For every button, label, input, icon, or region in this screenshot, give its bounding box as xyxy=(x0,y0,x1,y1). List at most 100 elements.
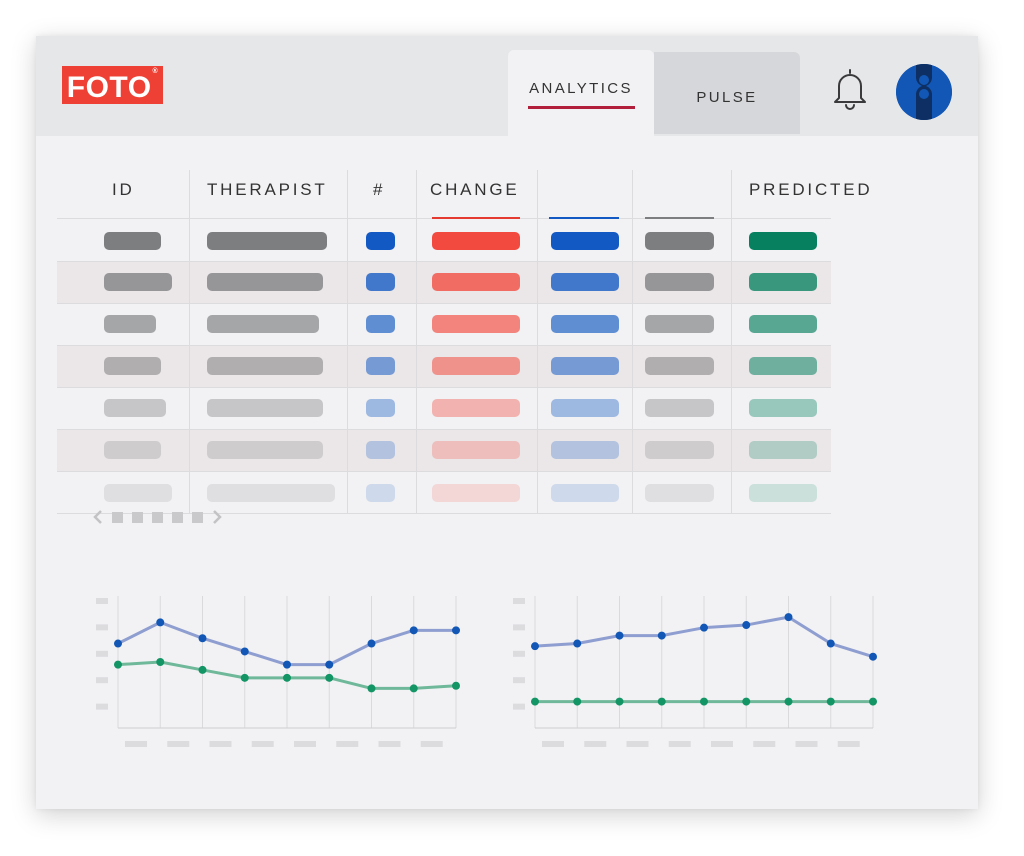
x-tick-label xyxy=(167,741,190,747)
table-cell[interactable] xyxy=(432,399,520,417)
pager-dot xyxy=(132,512,143,523)
data-point xyxy=(409,626,418,635)
header-count[interactable]: # xyxy=(373,180,385,200)
table-cell[interactable] xyxy=(551,441,619,459)
data-point xyxy=(531,642,539,651)
table-cell[interactable] xyxy=(366,484,395,502)
table-cell[interactable] xyxy=(645,357,714,375)
table-cell[interactable] xyxy=(366,232,395,250)
table-cell[interactable] xyxy=(207,357,323,375)
table-cell[interactable] xyxy=(207,399,323,417)
table-cell[interactable] xyxy=(104,399,166,417)
table-cell[interactable] xyxy=(104,315,156,333)
table-cell[interactable] xyxy=(207,273,323,291)
data-point xyxy=(240,647,249,656)
table-cell[interactable] xyxy=(432,232,520,250)
x-tick-label xyxy=(668,741,691,747)
table-cell[interactable] xyxy=(432,441,520,459)
table-cell[interactable] xyxy=(207,441,323,459)
table-divider xyxy=(57,387,831,388)
data-point xyxy=(700,697,708,706)
y-tick-label xyxy=(513,677,525,684)
table-cell[interactable] xyxy=(749,399,817,417)
data-point xyxy=(615,631,624,640)
pager-dot xyxy=(112,512,123,523)
user-avatar-icon[interactable] xyxy=(896,64,952,120)
foto-logo[interactable]: FOTO® xyxy=(62,66,163,104)
x-tick-label xyxy=(336,741,359,747)
data-point xyxy=(742,697,751,706)
table-cell[interactable] xyxy=(551,315,619,333)
header-id[interactable]: ID xyxy=(112,180,135,200)
table-cell[interactable] xyxy=(645,441,714,459)
table-cell[interactable] xyxy=(207,232,327,250)
data-point xyxy=(742,621,751,630)
table-cell[interactable] xyxy=(749,315,817,333)
table-cell[interactable] xyxy=(104,273,172,291)
chevron-left-icon xyxy=(93,510,102,524)
table-cell[interactable] xyxy=(551,484,619,502)
right-line-chart xyxy=(513,596,877,747)
data-point xyxy=(114,660,122,669)
x-tick-label xyxy=(251,741,274,747)
data-point xyxy=(869,652,877,661)
table-cell[interactable] xyxy=(551,357,619,375)
table-cell[interactable] xyxy=(645,484,714,502)
data-point xyxy=(869,697,877,706)
table-cell[interactable] xyxy=(551,232,619,250)
x-tick-label xyxy=(209,741,232,747)
header-change[interactable]: CHANGE xyxy=(430,180,520,200)
table-divider xyxy=(57,261,831,262)
top-bar: FOTO® ANALYTICS PULSE xyxy=(36,36,978,138)
table-cell[interactable] xyxy=(551,399,619,417)
y-tick-label xyxy=(96,598,108,604)
x-tick-label xyxy=(584,741,607,747)
change-column-indicator xyxy=(432,217,520,219)
tab-pulse[interactable]: PULSE xyxy=(654,52,800,134)
table-cell[interactable] xyxy=(366,315,395,333)
table-cell[interactable] xyxy=(749,484,817,502)
table-cell[interactable] xyxy=(104,357,161,375)
data-point xyxy=(198,634,207,643)
active-tab-indicator xyxy=(528,106,635,109)
table-cell[interactable] xyxy=(645,315,714,333)
column-divider xyxy=(537,170,538,513)
data-point xyxy=(283,673,291,682)
table-cell[interactable] xyxy=(432,357,520,375)
bell-icon[interactable] xyxy=(831,66,869,112)
table-cell[interactable] xyxy=(366,357,395,375)
table-cell[interactable] xyxy=(749,357,817,375)
table-cell[interactable] xyxy=(749,273,817,291)
table-cell[interactable] xyxy=(749,232,817,250)
table-cell[interactable] xyxy=(104,441,161,459)
table-cell[interactable] xyxy=(104,484,172,502)
data-point xyxy=(240,673,249,682)
table-cell[interactable] xyxy=(366,441,395,459)
header-predicted[interactable]: PREDICTED xyxy=(749,180,872,200)
data-point xyxy=(573,639,582,648)
table-cell[interactable] xyxy=(207,315,319,333)
data-point xyxy=(531,697,539,706)
table-cell[interactable] xyxy=(432,273,520,291)
table-cell[interactable] xyxy=(104,232,161,250)
data-point xyxy=(156,658,165,666)
table-cell[interactable] xyxy=(645,399,714,417)
table-cell[interactable] xyxy=(749,441,817,459)
table-cell[interactable] xyxy=(207,484,335,502)
x-tick-label xyxy=(626,741,649,747)
x-tick-label xyxy=(795,741,818,747)
column-divider xyxy=(416,170,417,513)
tab-analytics-label: ANALYTICS xyxy=(529,80,633,97)
header-therapist[interactable]: THERAPIST xyxy=(207,180,328,200)
table-cell[interactable] xyxy=(645,232,714,250)
table-cell[interactable] xyxy=(432,315,520,333)
column-divider xyxy=(347,170,348,513)
table-divider xyxy=(57,345,831,346)
table-cell[interactable] xyxy=(366,273,395,291)
table-cell[interactable] xyxy=(366,399,395,417)
table-cell[interactable] xyxy=(432,484,520,502)
table-cell[interactable] xyxy=(645,273,714,291)
tab-analytics[interactable]: ANALYTICS xyxy=(508,50,654,138)
table-cell[interactable] xyxy=(551,273,619,291)
column-divider xyxy=(632,170,633,513)
